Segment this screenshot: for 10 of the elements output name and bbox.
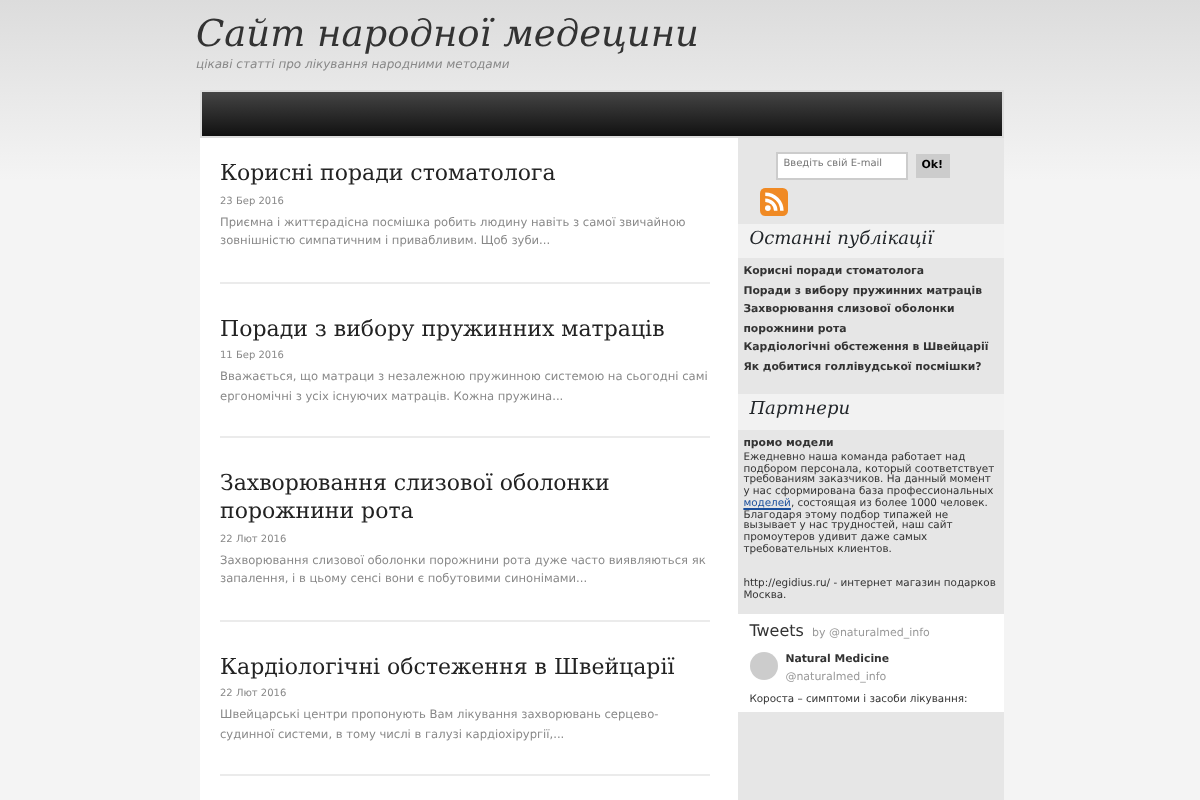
section-heading: Останні публікації	[737, 223, 1004, 259]
rss-icon[interactable]	[759, 187, 788, 216]
site-title[interactable]: Сайт народної медецини	[196, 0, 1004, 57]
post-title[interactable]: Корисні поради стоматолога	[220, 160, 710, 190]
post-title[interactable]: Поради з вибору пружинних матраців	[220, 315, 710, 344]
post-title[interactable]: Кардіологічні обстеження в Швейцарії	[220, 653, 710, 682]
post-title[interactable]: Захворювання слизової оболонки порожнини рота	[220, 470, 710, 528]
tweets-heading: Tweets	[749, 619, 804, 644]
section-heading: Партнери	[737, 394, 1004, 430]
avatar-placeholder	[749, 651, 778, 680]
